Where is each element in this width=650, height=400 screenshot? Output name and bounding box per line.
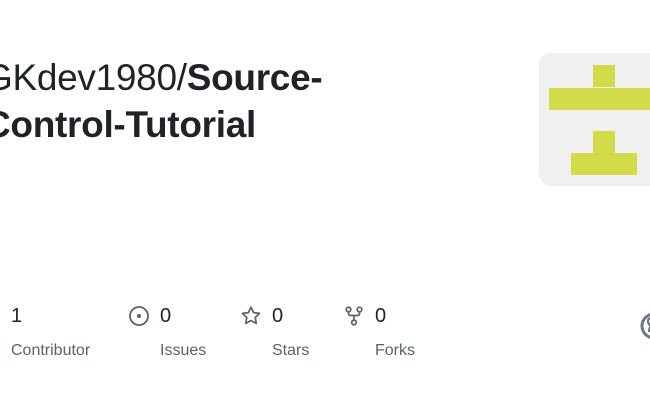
- github-logo-icon[interactable]: [640, 312, 650, 340]
- contributors-label: Contributor: [11, 342, 91, 359]
- issues-label: Issues: [160, 342, 207, 359]
- repo-owner[interactable]: GKdev1980: [0, 57, 177, 98]
- issue-opened-icon: [128, 305, 150, 327]
- stars-label: Stars: [272, 342, 310, 359]
- repo-separator: /: [176, 57, 187, 98]
- issues-count: 0: [160, 304, 172, 327]
- forks-count: 0: [375, 304, 387, 327]
- stars-count: 0: [272, 304, 284, 327]
- repo-stats: 1 Contributor 0 Issues 0 Stars 0 Forks: [0, 300, 650, 370]
- repo-title: GKdev1980/Source-Control-Tutorial: [0, 54, 424, 148]
- stat-forks[interactable]: 0 Forks: [343, 300, 415, 360]
- stat-stars[interactable]: 0 Stars: [240, 300, 309, 360]
- stat-issues[interactable]: 0 Issues: [128, 300, 206, 360]
- avatar: [539, 53, 650, 186]
- star-icon: [240, 305, 262, 327]
- contributors-count: 1: [11, 304, 23, 327]
- repo-forked-icon: [343, 305, 365, 327]
- forks-label: Forks: [375, 342, 415, 359]
- stat-contributors[interactable]: 1 Contributor: [11, 300, 90, 360]
